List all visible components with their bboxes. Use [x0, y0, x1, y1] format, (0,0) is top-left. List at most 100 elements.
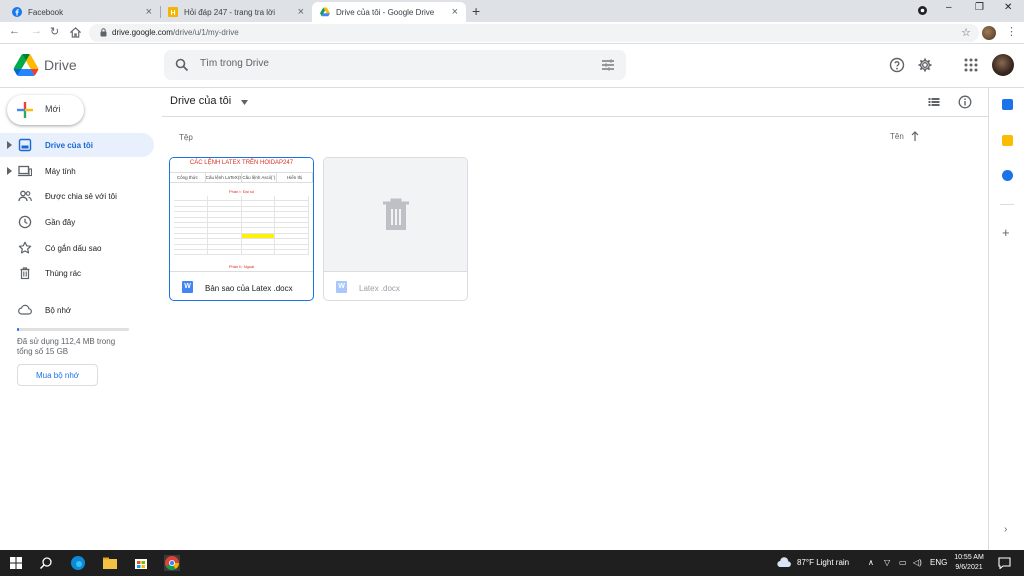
drive-logo-icon[interactable] [13, 54, 39, 76]
home-icon[interactable] [70, 27, 81, 38]
forward-icon[interactable]: → [31, 25, 42, 37]
reload-icon[interactable]: ↻ [50, 25, 59, 38]
close-tab-icon[interactable]: × [146, 6, 152, 18]
profile-indicator-icon[interactable] [918, 6, 927, 15]
trash-icon [20, 267, 30, 280]
list-view-icon[interactable] [927, 95, 941, 109]
new-tab-icon[interactable]: + [472, 3, 480, 19]
weather-text[interactable]: 87°F Light rain [797, 558, 849, 567]
file-card[interactable]: CÁC LỆNH LATEX TRÊN HOIDAP247 Công thức … [169, 157, 314, 301]
restore-icon[interactable]: ❐ [975, 2, 984, 13]
buy-storage-button[interactable]: Mua bộ nhớ [17, 364, 98, 386]
file-name: Latex .docx [359, 284, 400, 293]
files-section-label: Tệp [179, 133, 193, 142]
taskbar-search-icon[interactable] [38, 555, 54, 571]
hoidap247-icon: H [168, 7, 178, 17]
word-doc-icon: W [336, 281, 347, 293]
my-drive-icon [18, 138, 32, 152]
address-bar[interactable]: drive.google.com/drive/u/1/my-drive ☆ [89, 24, 979, 42]
sidebar-item-storage[interactable]: Bộ nhớ [0, 298, 154, 322]
clock-time: 10:55 AM [954, 554, 984, 561]
new-button-label: Mới [45, 104, 61, 114]
notification-center-icon[interactable] [998, 557, 1011, 569]
keep-icon[interactable] [1002, 135, 1013, 146]
thumbnail-table [174, 196, 309, 256]
drive-brand-label[interactable]: Drive [44, 57, 77, 73]
search-icon[interactable] [175, 58, 189, 72]
expand-caret-icon[interactable] [7, 141, 12, 149]
minimize-icon[interactable]: – [946, 2, 952, 13]
sidebar-item-recent[interactable]: Gần đây [0, 210, 154, 234]
settings-gear-icon[interactable] [917, 57, 933, 73]
tray-chevron-icon[interactable]: ∧ [868, 558, 874, 567]
sidebar-item-my-drive[interactable]: Drive của tôi [0, 133, 154, 157]
tab-hoidap247[interactable]: H Hỏi đáp 247 - trang tra lời × [160, 2, 312, 22]
star-icon [18, 241, 32, 254]
microsoft-store-icon[interactable] [133, 555, 149, 571]
word-doc-icon: W [182, 281, 193, 293]
account-avatar[interactable] [992, 54, 1014, 76]
sidebar-item-starred[interactable]: Có gắn dấu sao [0, 236, 154, 260]
collapse-panel-chevron-icon[interactable]: › [1004, 524, 1007, 535]
expand-caret-icon[interactable] [7, 167, 12, 175]
browser-tab-strip: Facebook × H Hỏi đáp 247 - trang tra lời… [0, 0, 1024, 22]
new-button[interactable]: Mới [7, 95, 84, 125]
browser-menu-icon[interactable]: ⋮ [1006, 25, 1017, 38]
url-text: drive.google.com/drive/u/1/my-drive [112, 28, 239, 37]
sidebar-item-label: Được chia sẻ với tôi [45, 192, 117, 201]
thumbnail-table-header: Công thức Câu lệnh LaTeX(S) Câu lệnh Asc… [170, 172, 313, 183]
sidebar-item-shared-with-me[interactable]: Được chia sẻ với tôi [0, 184, 154, 208]
lock-icon [100, 28, 107, 37]
sort-by-name-label[interactable]: Tên [890, 132, 904, 141]
thumbnail-title: CÁC LỆNH LATEX TRÊN HOIDAP247 [189, 160, 294, 166]
search-options-icon[interactable] [601, 58, 615, 72]
close-tab-icon[interactable]: × [298, 6, 304, 18]
tasks-icon[interactable] [1002, 170, 1013, 181]
file-name: Bản sao của Latex .docx [205, 284, 293, 293]
file-card[interactable]: W Latex .docx [323, 157, 468, 301]
people-icon [18, 190, 32, 202]
page-title[interactable]: Drive của tôi [170, 95, 231, 107]
computer-icon [18, 165, 32, 177]
facebook-icon [12, 7, 22, 17]
bookmark-star-icon[interactable]: ☆ [961, 26, 971, 39]
search-bar[interactable] [164, 50, 626, 80]
chrome-icon[interactable] [164, 555, 180, 571]
header-divider [162, 116, 988, 117]
search-input[interactable] [200, 58, 580, 69]
volume-icon[interactable]: ◁) [913, 558, 922, 567]
browser-profile-avatar[interactable] [982, 26, 996, 40]
close-window-icon[interactable]: ✕ [1004, 2, 1012, 13]
sidebar-item-label: Drive của tôi [45, 141, 94, 150]
windows-start-icon[interactable] [8, 555, 24, 571]
sidebar-item-label: Gần đây [45, 218, 76, 227]
language-indicator[interactable]: ENG [930, 558, 947, 567]
clock-icon [18, 215, 32, 229]
drive-header: Drive [0, 44, 1024, 88]
edge-browser-icon[interactable] [70, 555, 86, 571]
sort-ascending-arrow-icon[interactable] [911, 131, 919, 141]
close-tab-icon[interactable]: × [452, 6, 458, 18]
title-dropdown-icon[interactable] [241, 100, 248, 105]
tab-title: Drive của tôi - Google Drive [336, 7, 435, 17]
tab-google-drive[interactable]: Drive của tôi - Google Drive × [312, 2, 466, 22]
clock-date: 9/6/2021 [955, 564, 983, 571]
info-icon[interactable] [958, 95, 972, 109]
windows-taskbar: 87°F Light rain ∧ ▽ ▭ ◁) ENG 10:55 AM 9/… [0, 550, 1024, 576]
tab-facebook[interactable]: Facebook × [4, 2, 160, 22]
calendar-icon[interactable] [1002, 99, 1013, 110]
file-explorer-icon[interactable] [102, 555, 118, 571]
tab-title: Facebook [28, 7, 64, 17]
battery-icon[interactable]: ▭ [899, 558, 907, 567]
network-icon[interactable]: ▽ [884, 558, 890, 567]
file-thumbnail [324, 158, 467, 272]
thumbnail-column: Câu lệnh Ascii(`) [242, 173, 278, 182]
trash-icon [383, 198, 409, 230]
back-icon[interactable]: ← [9, 25, 20, 37]
get-addons-icon[interactable]: + [1002, 225, 1010, 240]
system-clock[interactable]: 10:55 AM 9/6/2021 [950, 553, 988, 573]
help-icon[interactable] [889, 57, 905, 73]
sidebar-item-computers[interactable]: Máy tính [0, 159, 154, 183]
apps-grid-icon[interactable] [963, 57, 979, 73]
sidebar-item-trash[interactable]: Thùng rác [0, 261, 154, 285]
